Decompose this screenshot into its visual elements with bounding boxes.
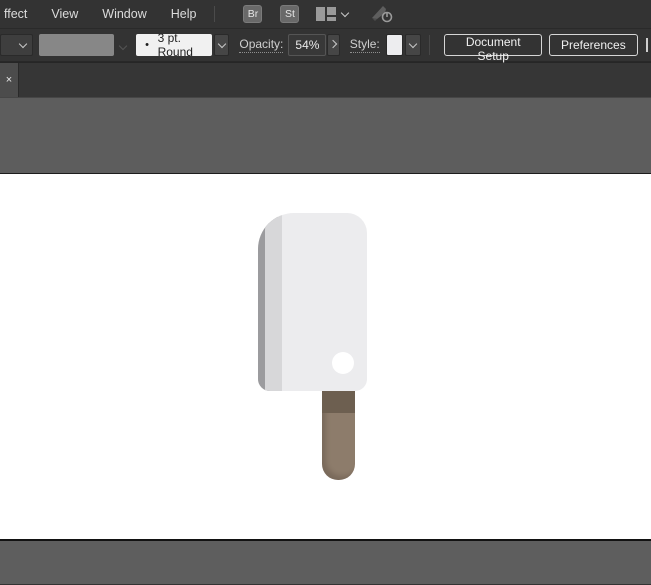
pasteboard-bottom xyxy=(0,541,651,584)
brush-tip-dot: • xyxy=(145,39,149,51)
chevron-down-icon xyxy=(217,39,227,48)
chevron-down-icon xyxy=(118,41,128,51)
document-setup-button[interactable]: Document Setup xyxy=(444,34,542,63)
variable-width-profile-select[interactable] xyxy=(0,34,33,56)
popsicle-body-shape[interactable] xyxy=(258,213,367,391)
style-link[interactable]: Style: xyxy=(349,37,380,53)
brush-dropdown-disabled xyxy=(116,38,131,52)
workspace-switcher-icon xyxy=(316,7,337,21)
document-tab-close[interactable]: × xyxy=(0,63,19,97)
brush-definition-combo[interactable]: • 3 pt. Round xyxy=(136,31,213,59)
workspace-switcher-button[interactable] xyxy=(316,7,350,21)
control-bar: • 3 pt. Round Opacity: 54% Style: Docume… xyxy=(0,28,651,63)
opacity-link[interactable]: Opacity: xyxy=(239,37,284,53)
menu-bar: ffect View Window Help Br St xyxy=(0,0,651,28)
menu-separator xyxy=(214,6,216,22)
pasteboard-top xyxy=(0,97,651,173)
brush-preview-swatch[interactable] xyxy=(38,34,114,56)
gpu-performance-icon[interactable] xyxy=(370,4,394,24)
popsicle-dot-shape[interactable] xyxy=(332,352,354,374)
brush-definition-dropdown-button[interactable] xyxy=(214,34,230,56)
bridge-button[interactable]: Br xyxy=(243,5,263,23)
style-dropdown-button[interactable] xyxy=(405,34,421,56)
artboard[interactable] xyxy=(0,173,651,541)
menu-item-help[interactable]: Help xyxy=(159,7,209,21)
popsicle-stick-shape[interactable] xyxy=(322,391,355,480)
chevron-down-icon xyxy=(341,8,350,17)
chevron-down-icon xyxy=(18,39,27,48)
close-icon: × xyxy=(5,74,13,86)
brush-definition-value: 3 pt. Round xyxy=(157,31,193,59)
opacity-stepper-button[interactable] xyxy=(327,34,340,56)
opacity-input[interactable]: 54% xyxy=(288,34,327,56)
popsicle-shade-mid-shape[interactable] xyxy=(265,213,282,391)
menu-item-window[interactable]: Window xyxy=(90,7,158,21)
document-tab-bar: × xyxy=(0,62,651,97)
chevron-right-icon xyxy=(329,39,338,48)
menu-item-view[interactable]: View xyxy=(39,7,90,21)
preferences-button[interactable]: Preferences xyxy=(549,34,638,56)
chevron-down-icon xyxy=(408,39,418,48)
style-swatch[interactable] xyxy=(385,34,404,56)
app-root: ffect View Window Help Br St • 3 pt. Rou… xyxy=(0,0,651,585)
stock-button[interactable]: St xyxy=(280,5,300,23)
control-separator xyxy=(428,35,430,55)
truncated-icon xyxy=(645,38,651,52)
popsicle-stick-shadow-shape[interactable] xyxy=(322,391,355,413)
canvas-area xyxy=(0,97,651,585)
menu-item-effect[interactable]: ffect xyxy=(2,7,39,21)
